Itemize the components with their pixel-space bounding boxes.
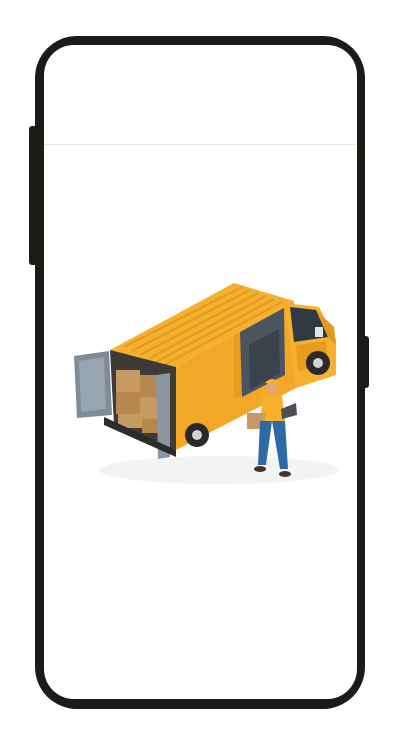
phone-screen	[44, 45, 357, 699]
rear-door	[74, 351, 112, 418]
delivery-illustration	[74, 283, 339, 484]
van-body	[104, 283, 336, 459]
ground-shadow	[99, 456, 339, 484]
